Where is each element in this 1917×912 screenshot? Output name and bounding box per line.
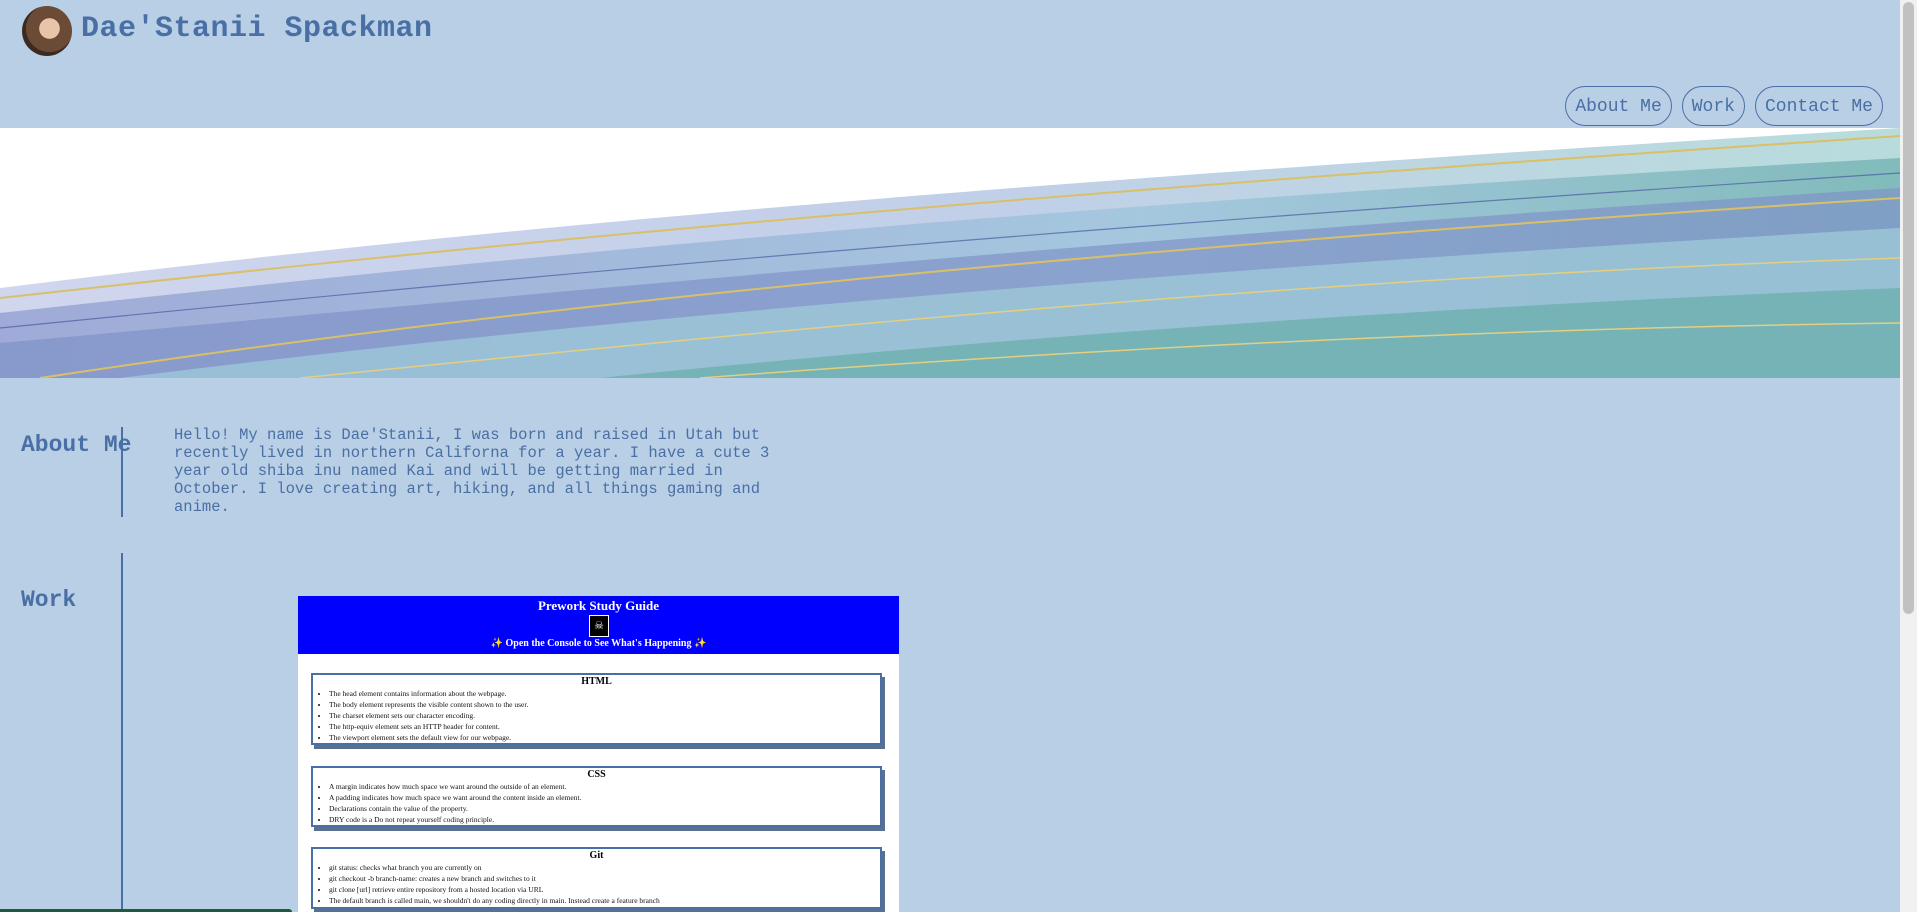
list-item: The head element contains information ab… <box>329 688 880 699</box>
nav-contact-me-button[interactable]: Contact Me <box>1754 86 1883 126</box>
scrollbar-thumb[interactable] <box>1903 2 1914 614</box>
skull-logo-icon: ☠ <box>589 615 609 637</box>
site-header: Dae'Stanii Spackman About Me Work Contac… <box>0 0 1900 128</box>
nav-work-button[interactable]: Work <box>1681 86 1745 126</box>
nav-about-me-button[interactable]: About Me <box>1565 86 1672 126</box>
work-heading: Work <box>21 587 77 613</box>
hero-banner-image <box>0 128 1900 378</box>
main-nav: About Me Work Contact Me <box>1565 86 1883 126</box>
study-guide-subtitle: ✨ Open the Console to See What's Happeni… <box>490 638 707 649</box>
list-item: git clone [url] retrieve entire reposito… <box>329 884 880 895</box>
study-guide-header: Prework Study Guide ☠ ✨ Open the Console… <box>298 596 899 654</box>
topic-heading: Git <box>589 850 604 861</box>
about-me-heading: About Me <box>21 432 132 458</box>
topic-card-git: Git git status: checks what branch you a… <box>311 847 882 909</box>
site-title: Dae'Stanii Spackman <box>81 12 433 46</box>
list-item: A padding indicates how much space we wa… <box>329 792 880 803</box>
about-me-text: Hello! My name is Dae'Stanii, I was born… <box>174 426 770 516</box>
prework-study-guide-screenshot[interactable]: Prework Study Guide ☠ ✨ Open the Console… <box>298 596 899 912</box>
topic-card-css: CSS A margin indicates how much space we… <box>311 766 882 827</box>
list-item: A margin indicates how much space we wan… <box>329 781 880 792</box>
list-item: The charset element sets our character e… <box>329 710 880 721</box>
topic-list: The head element contains information ab… <box>313 688 880 743</box>
list-item: DRY code is a Do not repeat yourself cod… <box>329 814 880 825</box>
list-item: Declarations contain the value of the pr… <box>329 803 880 814</box>
about-divider <box>121 427 123 517</box>
topic-heading: HTML <box>581 676 612 687</box>
vertical-scrollbar[interactable] <box>1900 0 1917 912</box>
topic-list: git status: checks what branch you are c… <box>313 862 880 906</box>
avatar <box>22 6 72 56</box>
work-divider <box>121 553 123 912</box>
list-item: The viewport element sets the default vi… <box>329 732 880 743</box>
marble-wave-art <box>0 128 1900 378</box>
list-item: git checkout -b branch-name: creates a n… <box>329 873 880 884</box>
topic-card-html: HTML The head element contains informati… <box>311 673 882 745</box>
list-item: The default branch is called main, we sh… <box>329 895 880 906</box>
topic-list: A margin indicates how much space we wan… <box>313 781 880 825</box>
list-item: The body element represents the visible … <box>329 699 880 710</box>
topic-heading: CSS <box>587 769 606 780</box>
list-item: git status: checks what branch you are c… <box>329 862 880 873</box>
study-guide-title: Prework Study Guide <box>537 598 660 613</box>
list-item: The http-equiv element sets an HTTP head… <box>329 721 880 732</box>
